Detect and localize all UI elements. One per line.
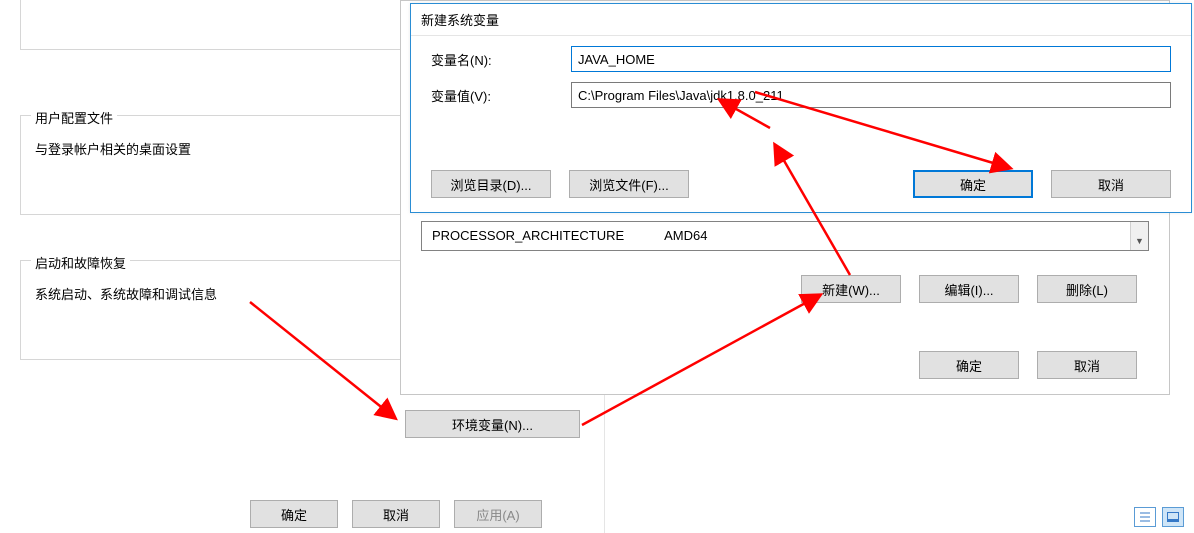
system-variables-list[interactable]: PROCESSOR_ARCHITECTURE AMD64 ▼ (421, 221, 1149, 251)
variable-value-input[interactable] (571, 82, 1171, 108)
env-ok-button[interactable]: 确定 (919, 351, 1019, 379)
environment-variables-button[interactable]: 环境变量(N)... (405, 410, 580, 438)
new-system-variable-dialog: 新建系统变量 变量名(N): 变量值(V): 浏览目录(D)... 浏览文件(F… (410, 3, 1192, 213)
performance-group: 视觉效果，处理器计划，内存使用，以及虚拟内存 (20, 0, 414, 50)
system-vars-button-row: 新建(W)... 编辑(I)... 删除(L) (801, 275, 1137, 303)
user-profile-description: 与登录帐户相关的桌面设置 (35, 139, 399, 158)
variable-name-input[interactable] (571, 46, 1171, 72)
startup-recovery-description: 系统启动、系统故障和调试信息 (35, 284, 399, 303)
user-profile-group: 用户配置文件 与登录帐户相关的桌面设置 (20, 115, 414, 215)
variable-value-label: 变量值(V): (431, 86, 541, 105)
env-dialog-button-row: 确定 取消 (919, 351, 1137, 379)
new-variable-button[interactable]: 新建(W)... (801, 275, 901, 303)
scrollbar[interactable]: ▼ (1130, 222, 1148, 250)
view-mode-icons (1134, 507, 1184, 527)
apply-button[interactable]: 应用(A) (454, 500, 542, 528)
variable-name-row: 变量名(N): (411, 36, 1191, 72)
startup-recovery-group: 启动和故障恢复 系统启动、系统故障和调试信息 (20, 260, 414, 360)
variable-value-cell: AMD64 (664, 228, 707, 243)
edit-variable-button[interactable]: 编辑(I)... (919, 275, 1019, 303)
new-var-cancel-button[interactable]: 取消 (1051, 170, 1171, 198)
cancel-button[interactable]: 取消 (352, 500, 440, 528)
ok-button[interactable]: 确定 (250, 500, 338, 528)
new-var-ok-button[interactable]: 确定 (913, 170, 1033, 198)
variable-value-row: 变量值(V): (411, 72, 1191, 108)
variable-name-label: 变量名(N): (431, 50, 541, 69)
startup-recovery-group-title: 启动和故障恢复 (31, 253, 130, 272)
dialog-title: 新建系统变量 (411, 4, 1191, 36)
new-var-button-row: 浏览目录(D)... 浏览文件(F)... 确定 取消 (431, 170, 1171, 198)
list-view-icon[interactable] (1134, 507, 1156, 527)
env-cancel-button[interactable]: 取消 (1037, 351, 1137, 379)
browse-directory-button[interactable]: 浏览目录(D)... (431, 170, 551, 198)
browse-file-button[interactable]: 浏览文件(F)... (569, 170, 689, 198)
scroll-down-icon[interactable]: ▼ (1131, 232, 1148, 250)
variable-name-cell: PROCESSOR_ARCHITECTURE (432, 228, 624, 243)
thumbnail-view-icon[interactable] (1162, 507, 1184, 527)
user-profile-group-title: 用户配置文件 (31, 108, 117, 127)
system-properties-button-row: 确定 取消 应用(A) (250, 500, 542, 528)
list-row[interactable]: PROCESSOR_ARCHITECTURE AMD64 (432, 228, 1138, 243)
delete-variable-button[interactable]: 删除(L) (1037, 275, 1137, 303)
